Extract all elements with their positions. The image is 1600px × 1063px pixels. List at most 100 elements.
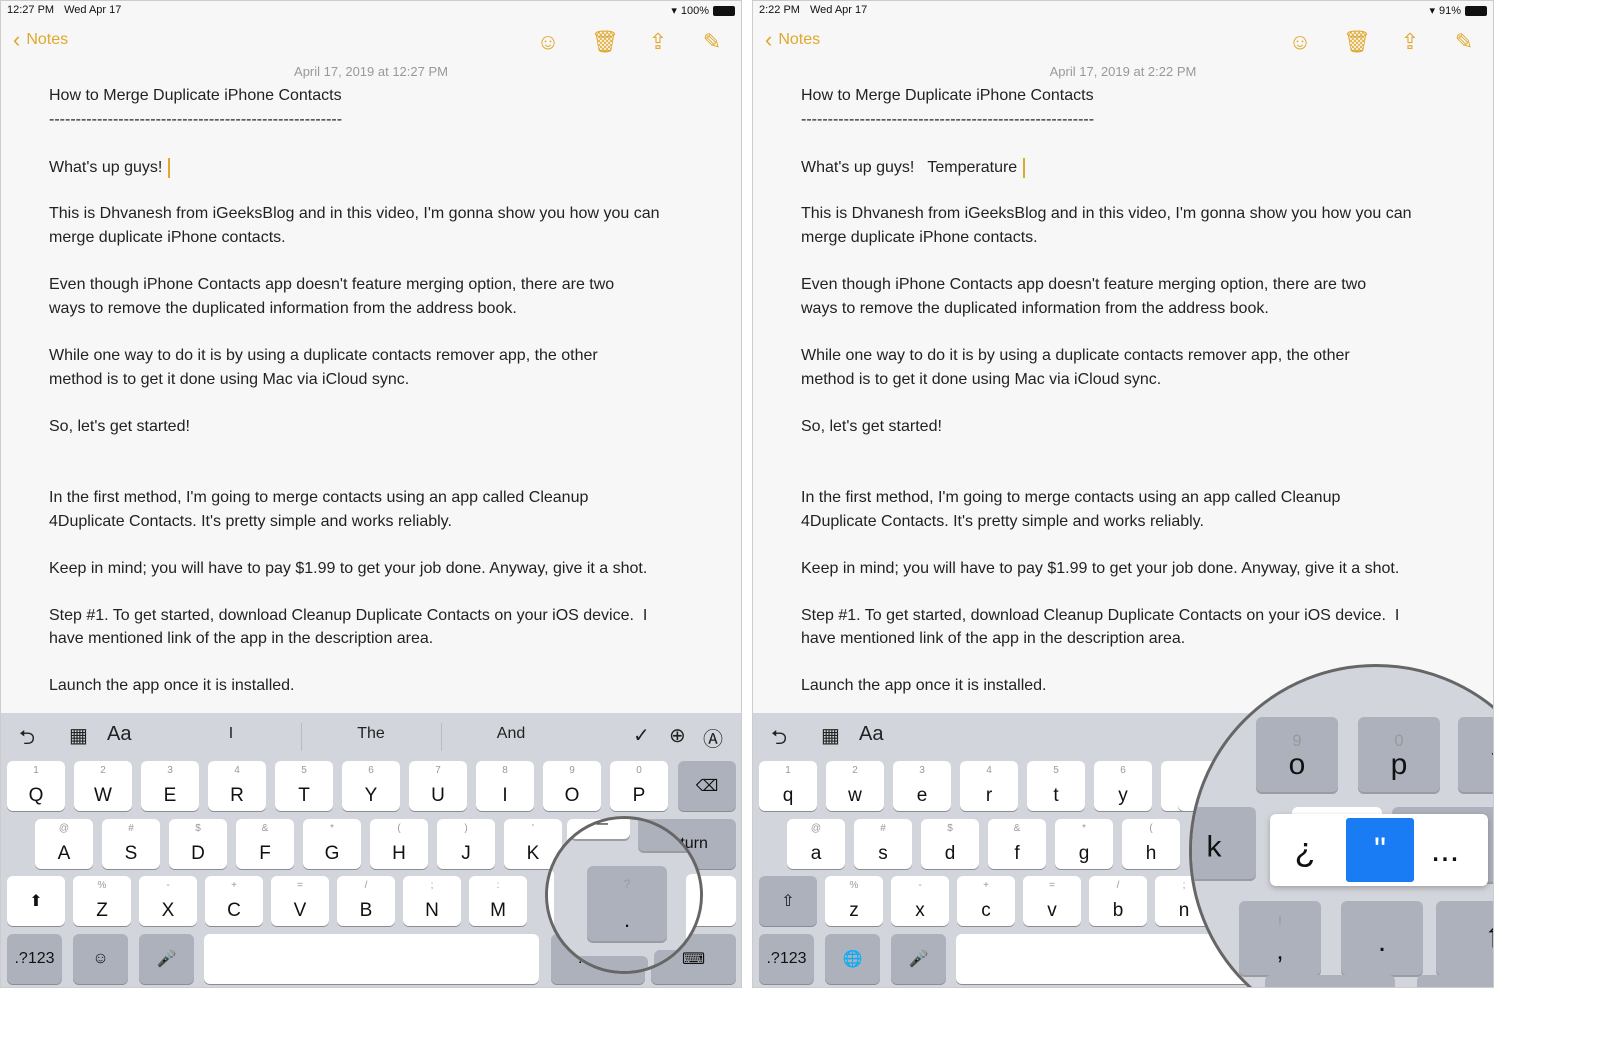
note-line[interactable]: What's up guys! — [49, 158, 171, 178]
note-line[interactable]: Step #1. To get started, download Cleanu… — [801, 607, 1399, 625]
note-line[interactable]: Keep in mind; you will have to pay $1.99… — [801, 560, 1399, 578]
key-w[interactable]: 2w — [826, 761, 884, 811]
note-line[interactable]: ----------------------------------------… — [49, 111, 342, 129]
format-text-icon[interactable]: Aa — [859, 723, 883, 746]
key-P[interactable]: 0P — [610, 761, 668, 811]
emoji-key[interactable]: ☺ — [73, 934, 128, 984]
share-icon[interactable]: ⇪ — [645, 29, 671, 55]
keyboard-key-magnified[interactable]: ⌨ — [1417, 975, 1493, 987]
table-icon[interactable]: ▦ — [821, 723, 840, 748]
key-C[interactable]: + C — [205, 876, 263, 926]
key-B[interactable]: / B — [337, 876, 395, 926]
dash-key-magnified[interactable]: — — [570, 819, 630, 839]
shift-key-magnified[interactable]: ⇧ — [1436, 901, 1493, 975]
add-person-icon[interactable]: ☺ — [535, 29, 561, 55]
key-c[interactable]: + c — [957, 876, 1015, 926]
markup-icon[interactable]: Ⓐ — [703, 723, 723, 752]
share-icon[interactable]: ⇪ — [1397, 29, 1423, 55]
note-line[interactable]: 4Duplicate Contacts. It's pretty simple … — [49, 513, 452, 531]
numbers-key[interactable]: .?123 — [759, 934, 814, 984]
key-Z[interactable]: % Z — [73, 876, 131, 926]
key-v[interactable]: = v — [1023, 876, 1081, 926]
compose-icon[interactable]: ✎ — [699, 29, 725, 55]
note-line[interactable]: Even though iPhone Contacts app doesn't … — [49, 276, 614, 294]
note-line[interactable]: This is Dhvanesh from iGeeksBlog and in … — [801, 205, 1411, 223]
note-line[interactable]: Even though iPhone Contacts app doesn't … — [801, 276, 1366, 294]
note-line[interactable]: ways to remove the duplicated informatio… — [49, 300, 517, 318]
dictation-key[interactable]: 🎤 — [891, 934, 946, 984]
note-line[interactable]: What's up guys! Temperature — [801, 158, 1026, 178]
note-line[interactable]: method is to get it done using Mac via i… — [49, 371, 409, 389]
key-N[interactable]: ; N — [403, 876, 461, 926]
note-line[interactable]: Launch the app once it is installed. — [49, 677, 295, 695]
key-h[interactable]: (h — [1122, 819, 1180, 869]
delete-key-magnified[interactable]: ⌫ — [1458, 717, 1493, 792]
key-x[interactable]: -x — [891, 876, 949, 926]
suggestion-2[interactable]: And — [461, 725, 561, 743]
trash-icon[interactable]: 🗑 — [591, 29, 619, 55]
key-G[interactable]: * G — [303, 819, 361, 869]
key-r[interactable]: 4r — [960, 761, 1018, 811]
shift-key[interactable]: ⇧ — [759, 876, 817, 926]
accent-option-0[interactable]: ¿ — [1270, 814, 1340, 886]
key-Y[interactable]: 6Y — [342, 761, 400, 811]
note-title[interactable]: How to Merge Duplicate iPhone Contacts — [49, 87, 342, 105]
note-line[interactable]: In the first method, I'm going to merge … — [801, 489, 1340, 507]
key-g[interactable]: * g — [1055, 819, 1113, 869]
key-y[interactable]: 6y — [1094, 761, 1152, 811]
key-E[interactable]: 3E — [141, 761, 199, 811]
note-line[interactable]: ----------------------------------------… — [801, 111, 1094, 129]
key-A[interactable]: @ A — [35, 819, 93, 869]
note-line[interactable]: have mentioned link of the app in the de… — [49, 630, 433, 648]
table-icon[interactable]: ▦ — [69, 723, 88, 748]
back-button[interactable]: ‹ Notes — [765, 29, 820, 51]
keyboard-key-magnified[interactable]: ⌨ — [654, 950, 700, 971]
key-S[interactable]: # S — [102, 819, 160, 869]
numbers-key[interactable]: .?123 — [7, 934, 62, 984]
note-line[interactable]: merge duplicate iPhone contacts. — [801, 229, 1038, 247]
suggestion-0[interactable]: I — [181, 725, 281, 743]
note-line[interactable]: merge duplicate iPhone contacts. — [49, 229, 286, 247]
key-a[interactable]: @ a — [787, 819, 845, 869]
key-W[interactable]: 2W — [74, 761, 132, 811]
key-R[interactable]: 4R — [208, 761, 266, 811]
note-line[interactable]: Step #1. To get started, download Cleanu… — [49, 607, 647, 625]
key-o-magnified[interactable]: 9o — [1256, 717, 1338, 792]
key-p-magnified[interactable]: 0p — [1358, 717, 1440, 792]
note-line[interactable]: So, let's get started! — [801, 418, 942, 436]
back-button[interactable]: ‹ Notes — [13, 29, 68, 51]
undo-icon[interactable]: ⮌ — [771, 723, 787, 757]
add-person-icon[interactable]: ☺ — [1287, 29, 1313, 55]
key-f[interactable]: & f — [988, 819, 1046, 869]
key-F[interactable]: & F — [236, 819, 294, 869]
dictation-key[interactable]: 🎤 — [139, 934, 194, 984]
key-V[interactable]: = V — [271, 876, 329, 926]
period-key-magnified[interactable]: . — [1341, 901, 1423, 975]
key-T[interactable]: 5T — [275, 761, 333, 811]
note-line[interactable]: While one way to do it is by using a dup… — [49, 347, 598, 365]
checklist-icon[interactable]: ✓ — [633, 723, 650, 748]
note-line[interactable]: In the first method, I'm going to merge … — [49, 489, 588, 507]
accent-option-1[interactable]: " — [1346, 818, 1414, 882]
key-d[interactable]: $ d — [921, 819, 979, 869]
numbers-key-magnified[interactable]: .?123 — [1265, 975, 1395, 987]
key-z[interactable]: % z — [825, 876, 883, 926]
note-line[interactable]: ways to remove the duplicated informatio… — [801, 300, 1269, 318]
key-s[interactable]: # s — [854, 819, 912, 869]
space-bar[interactable] — [204, 934, 539, 984]
exclamation-key-magnified[interactable]: !, — [1239, 901, 1321, 975]
key-e[interactable]: 3e — [893, 761, 951, 811]
note-line[interactable]: So, let's get started! — [49, 418, 190, 436]
key-t[interactable]: 5t — [1027, 761, 1085, 811]
trash-icon[interactable]: 🗑 — [1343, 29, 1371, 55]
note-line[interactable]: have mentioned link of the app in the de… — [801, 630, 1185, 648]
compose-icon[interactable]: ✎ — [1451, 29, 1477, 55]
suggestion-1[interactable]: The — [321, 725, 421, 743]
accent-option-2[interactable]: ... — [1410, 814, 1480, 886]
format-text-icon[interactable]: Aa — [107, 723, 131, 746]
key-X[interactable]: -X — [139, 876, 197, 926]
return-key-magnified[interactable]: turn — [638, 819, 700, 851]
add-icon[interactable]: ⊕ — [669, 723, 686, 748]
question-key-magnified[interactable]: ?. — [587, 866, 667, 941]
key-D[interactable]: $ D — [169, 819, 227, 869]
